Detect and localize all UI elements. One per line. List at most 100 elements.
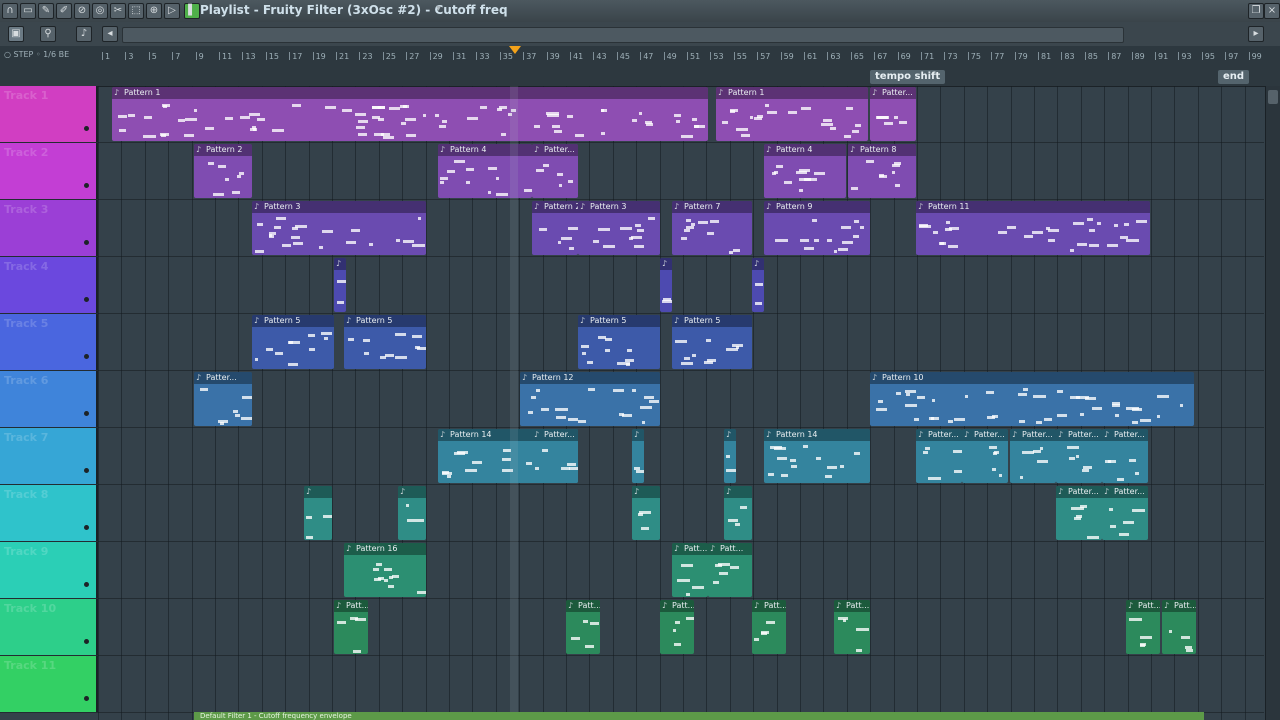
track-header[interactable]: Track 7: [0, 428, 98, 484]
track-header[interactable]: Track 11: [0, 656, 98, 712]
playhead-marker[interactable]: [509, 46, 521, 54]
track-header[interactable]: Track 3: [0, 200, 98, 256]
mute-icon[interactable]: ◎: [92, 3, 108, 19]
track-mute-icon[interactable]: [84, 696, 89, 701]
pattern-clip[interactable]: Patter...: [1102, 429, 1148, 483]
restore-icon[interactable]: ❐: [1248, 3, 1264, 19]
vertical-scrollbar-thumb[interactable]: [1268, 90, 1278, 104]
pattern-clip[interactable]: [304, 486, 332, 540]
pattern-clip[interactable]: Patter...: [1010, 429, 1056, 483]
pattern-clip[interactable]: Patter...: [532, 144, 578, 198]
pattern-clip[interactable]: Pattern 2: [532, 201, 578, 255]
pattern-clip[interactable]: Pattern 11: [916, 201, 1150, 255]
track-header[interactable]: Track 9: [0, 542, 98, 598]
pattern-clip[interactable]: Patter...: [1102, 486, 1148, 540]
pattern-clip[interactable]: [660, 258, 672, 312]
pattern-clip[interactable]: Patter...: [870, 87, 916, 141]
pattern-clip[interactable]: [632, 429, 644, 483]
pattern-clip[interactable]: Patter...: [1056, 429, 1102, 483]
track-header[interactable]: Track 5: [0, 314, 98, 370]
pattern-clip[interactable]: Patt...: [1126, 600, 1160, 654]
pattern-clip[interactable]: Pattern 3: [252, 201, 426, 255]
timeline-ruler[interactable]: ○ STEP ◦ 1/6 BE 1 3 5 7 9 11 13 15 17 19 21 23 25 27 2…: [0, 46, 1280, 87]
pattern-icon[interactable]: ▣: [8, 26, 24, 42]
track-mute-icon[interactable]: [84, 468, 89, 473]
playback-icon[interactable]: ▷: [164, 3, 180, 19]
pencil-icon[interactable]: ✎: [38, 3, 54, 19]
pattern-clip[interactable]: Patt...: [334, 600, 368, 654]
note-icon[interactable]: ♪: [76, 26, 92, 42]
close-icon[interactable]: ×: [1264, 3, 1280, 19]
pattern-clip[interactable]: Pattern 5: [344, 315, 426, 369]
track-header[interactable]: Track 6: [0, 371, 98, 427]
magnet-icon[interactable]: ∩: [2, 3, 18, 19]
scroll-left-icon[interactable]: ◂: [102, 26, 118, 42]
track-mute-icon[interactable]: [84, 582, 89, 587]
pattern-clip[interactable]: Patt...: [834, 600, 870, 654]
pattern-clip[interactable]: Pattern 8: [848, 144, 916, 198]
track-mute-icon[interactable]: [84, 240, 89, 245]
automation-clip[interactable]: Default Filter 1 - Cutoff frequency enve…: [194, 712, 1204, 720]
track-header[interactable]: Track 4: [0, 257, 98, 313]
pattern-clip[interactable]: Patter...: [916, 429, 962, 483]
pattern-clip[interactable]: Pattern 1: [112, 87, 708, 141]
track-mute-icon[interactable]: [84, 297, 89, 302]
pattern-clip[interactable]: Patt...: [752, 600, 786, 654]
horizontal-scrollbar[interactable]: [122, 27, 1124, 43]
pattern-clip[interactable]: Pattern 1: [716, 87, 868, 141]
track-header[interactable]: Track 2: [0, 143, 98, 199]
pattern-clip[interactable]: [632, 486, 660, 540]
vertical-scrollbar[interactable]: [1265, 86, 1280, 720]
chevron-down-icon[interactable]: ▾: [436, 3, 441, 14]
pattern-clip[interactable]: [398, 486, 426, 540]
pattern-clip[interactable]: Pattern 10: [870, 372, 1194, 426]
pattern-clip[interactable]: Pattern 16: [344, 543, 426, 597]
link-icon[interactable]: ⚲: [40, 26, 56, 42]
track-header[interactable]: Track 8: [0, 485, 98, 541]
playlist-grid[interactable]: Pattern 1Pattern 1Patter...Pattern 2Patt…: [98, 86, 1264, 720]
pattern-clip[interactable]: [724, 486, 752, 540]
pattern-clip[interactable]: Pattern 2: [194, 144, 252, 198]
track-mute-icon[interactable]: [84, 354, 89, 359]
pattern-clip[interactable]: Pattern 5: [252, 315, 334, 369]
pattern-clip[interactable]: Pattern 3: [578, 201, 660, 255]
pattern-clip[interactable]: Patt...: [566, 600, 600, 654]
pattern-clip[interactable]: Patter...: [194, 372, 252, 426]
track-mute-icon[interactable]: [84, 525, 89, 530]
pattern-clip[interactable]: [334, 258, 346, 312]
zoom-icon[interactable]: ⊕: [146, 3, 162, 19]
track-mute-icon[interactable]: [84, 183, 89, 188]
pattern-clip[interactable]: Pattern 12: [520, 372, 660, 426]
pattern-clip[interactable]: Patt...: [708, 543, 752, 597]
delete-icon[interactable]: ⊘: [74, 3, 90, 19]
marker-end[interactable]: end: [1218, 70, 1250, 84]
pattern-clip[interactable]: Pattern 9: [764, 201, 870, 255]
track-mute-icon[interactable]: [84, 126, 89, 131]
pattern-clip[interactable]: [752, 258, 764, 312]
track-mute-icon[interactable]: [84, 639, 89, 644]
pattern-clip[interactable]: [724, 429, 736, 483]
track-header[interactable]: Track 1: [0, 86, 98, 142]
pattern-clip[interactable]: Pattern 5: [578, 315, 660, 369]
scroll-right-icon[interactable]: ▸: [1248, 26, 1264, 42]
pattern-clip[interactable]: Patt...: [660, 600, 694, 654]
pattern-clip[interactable]: Patt...: [672, 543, 708, 597]
track-mute-icon[interactable]: [84, 411, 89, 416]
pattern-clip[interactable]: Pattern 5: [672, 315, 752, 369]
select-icon[interactable]: ⬚: [128, 3, 144, 19]
pattern-note: [454, 160, 466, 164]
snap-label[interactable]: ○ STEP ◦ 1/6 BE: [4, 50, 69, 59]
pattern-clip[interactable]: Pattern 14: [764, 429, 870, 483]
pattern-clip[interactable]: Pattern 4: [764, 144, 846, 198]
pattern-clip[interactable]: Patter...: [1056, 486, 1102, 540]
keyboard-icon[interactable]: ▭: [20, 3, 36, 19]
marker-tempo-shift[interactable]: tempo shift: [870, 70, 946, 84]
pattern-clip[interactable]: Patter...: [962, 429, 1008, 483]
pattern-note: [1132, 408, 1143, 412]
paint-icon[interactable]: ✐: [56, 3, 72, 19]
pattern-clip[interactable]: Patt...: [1162, 600, 1196, 654]
slice-icon[interactable]: ✂: [110, 3, 126, 19]
pattern-clip[interactable]: Pattern 7: [672, 201, 752, 255]
track-header[interactable]: Track 10: [0, 599, 98, 655]
pattern-clip[interactable]: Patter...: [532, 429, 578, 483]
